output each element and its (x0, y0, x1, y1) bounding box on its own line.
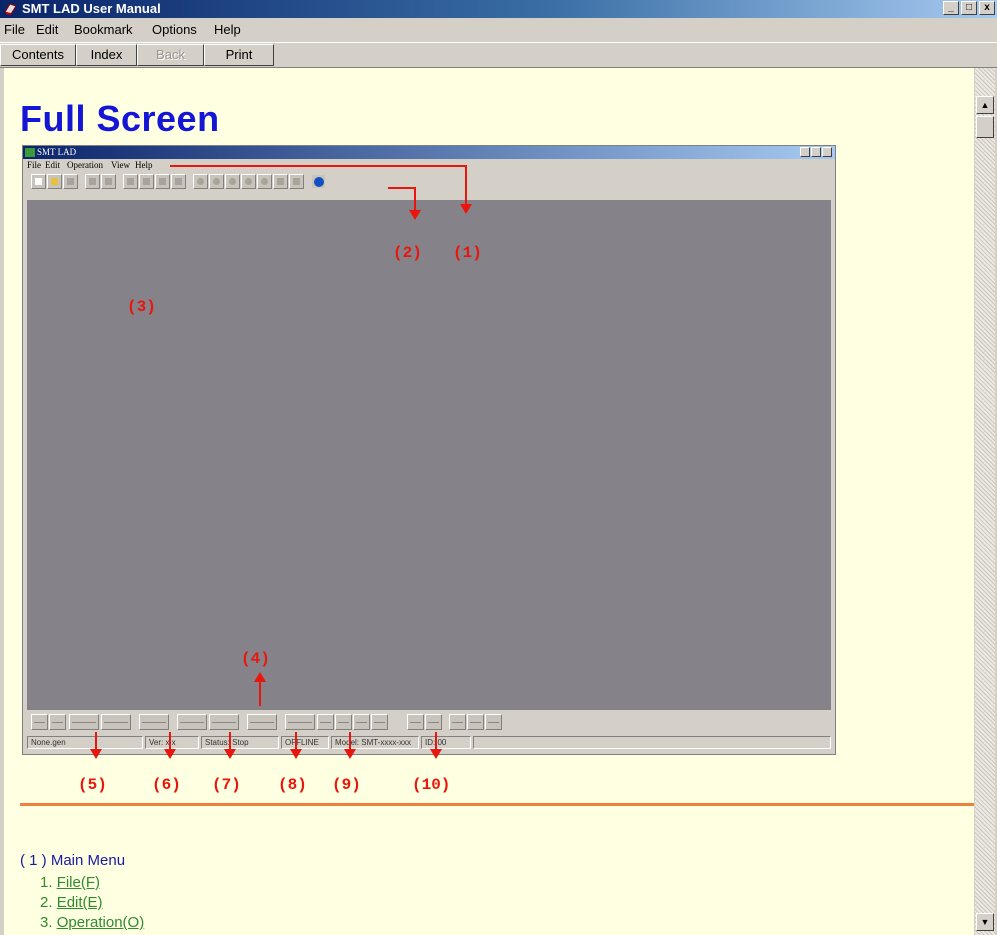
annotation-5: (5) (78, 776, 107, 794)
screenshot-menu-file: File (27, 160, 42, 170)
annotation-2: (2) (393, 244, 422, 262)
open-folder-icon (47, 174, 62, 189)
branch-icon (317, 714, 334, 730)
annotation-7: (7) (212, 776, 241, 794)
link-edit[interactable]: Edit(E) (57, 894, 103, 911)
counter-icon (209, 714, 239, 730)
annotation-6: (6) (152, 776, 181, 794)
help-content: Full Screen SMT LAD File Edit Operation … (4, 68, 974, 935)
insert-row-icon (449, 714, 466, 730)
scroll-down-button[interactable]: ▼ (976, 913, 994, 931)
undo-icon (171, 174, 186, 189)
run-icon (193, 174, 208, 189)
copy-icon (139, 174, 154, 189)
monitor-icon (257, 174, 272, 189)
link-file[interactable]: File(F) (57, 874, 100, 891)
print-icon (85, 174, 100, 189)
status-file: None.gen (27, 736, 143, 749)
menu-options[interactable]: Options (152, 22, 197, 37)
screenshot-title: SMT LAD (37, 147, 77, 157)
minimize-button[interactable]: _ (943, 1, 959, 15)
not-icon (371, 714, 388, 730)
close-button[interactable]: x (979, 1, 995, 15)
help-toolbar: Contents Index Back Print (0, 42, 997, 68)
list-item: 2. Edit(E) (40, 894, 103, 911)
menu-bookmark[interactable]: Bookmark (74, 22, 133, 37)
list-item: 1. File(F) (40, 874, 100, 891)
falling-edge-icon (353, 714, 370, 730)
back-button[interactable]: Back (137, 44, 204, 66)
screenshot-workspace (27, 200, 831, 710)
preview-icon (101, 174, 116, 189)
annotation-9: (9) (332, 776, 361, 794)
status-mode: OFFLINE (281, 736, 329, 749)
new-file-icon (31, 174, 46, 189)
list-number: 2. (40, 894, 53, 911)
annotation-1: (1) (453, 244, 482, 262)
help-icon (311, 174, 326, 189)
link-operation[interactable]: Operation(O) (57, 914, 145, 931)
timer-icon (177, 714, 207, 730)
horizontal-line-icon (407, 714, 424, 730)
status-version: Ver: x.x (145, 736, 199, 749)
coil-set-icon (101, 714, 131, 730)
coil-reset-icon (139, 714, 169, 730)
read-icon (225, 174, 240, 189)
status-spare (473, 736, 831, 749)
insert-column-icon (485, 714, 502, 730)
contact-nc-icon (49, 714, 66, 730)
cut-icon (123, 174, 138, 189)
page-title: Full Screen (20, 98, 220, 139)
screenshot-title-bar: SMT LAD (23, 146, 835, 159)
app-logo-icon (25, 148, 35, 157)
print-button[interactable]: Print (204, 44, 274, 66)
section-heading: ( 1 ) Main Menu (20, 852, 126, 869)
maximize-button[interactable]: □ (961, 1, 977, 15)
scroll-thumb[interactable] (976, 116, 994, 138)
status-run: Status: Stop (201, 736, 279, 749)
section-divider (20, 803, 974, 806)
screenshot-menu-operation: Operation (67, 160, 103, 170)
download-icon (289, 174, 304, 189)
contact-icon (31, 714, 48, 730)
write-icon (241, 174, 256, 189)
function-icon (247, 714, 277, 730)
window-title: SMT LAD User Manual (22, 1, 161, 16)
screenshot-menu-edit: Edit (45, 160, 60, 170)
status-model: Model: SMT-xxxx-xxx (331, 736, 419, 749)
menu-edit[interactable]: Edit (36, 22, 58, 37)
annotation-10: (10) (412, 776, 451, 794)
app-screenshot: SMT LAD File Edit Operation View Help No… (22, 145, 836, 755)
list-number: 3. (40, 914, 53, 931)
screenshot-status-bar: None.gen Ver: x.x Status: Stop OFFLINE M… (27, 736, 831, 749)
vertical-line-icon (425, 714, 442, 730)
menu-bar: File Edit Bookmark Options Help (0, 19, 997, 41)
status-id: ID: 00 (421, 736, 471, 749)
menu-help[interactable]: Help (214, 22, 241, 37)
save-icon (63, 174, 78, 189)
delete-row-icon (467, 714, 484, 730)
menu-file[interactable]: File (4, 22, 25, 37)
window-title-bar: SMT LAD User Manual _ □ x (0, 0, 997, 18)
screenshot-menu-view: View (111, 160, 130, 170)
compare-block-icon (285, 714, 315, 730)
annotation-4: (4) (241, 650, 270, 668)
rising-edge-icon (335, 714, 352, 730)
paste-icon (155, 174, 170, 189)
list-item: 3. Operation(O) (40, 914, 144, 931)
coil-icon (69, 714, 99, 730)
book-icon (4, 3, 17, 15)
scroll-up-button[interactable]: ▲ (976, 96, 994, 114)
vertical-scrollbar[interactable]: ▲ ▼ (975, 68, 995, 935)
compare-icon (273, 174, 288, 189)
contents-button[interactable]: Contents (0, 44, 76, 66)
screenshot-menu-help: Help (135, 160, 153, 170)
annotation-8: (8) (278, 776, 307, 794)
screenshot-window-controls (800, 147, 832, 157)
index-button[interactable]: Index (76, 44, 137, 66)
annotation-3: (3) (127, 298, 156, 316)
stop-icon (209, 174, 224, 189)
list-number: 1. (40, 874, 53, 891)
